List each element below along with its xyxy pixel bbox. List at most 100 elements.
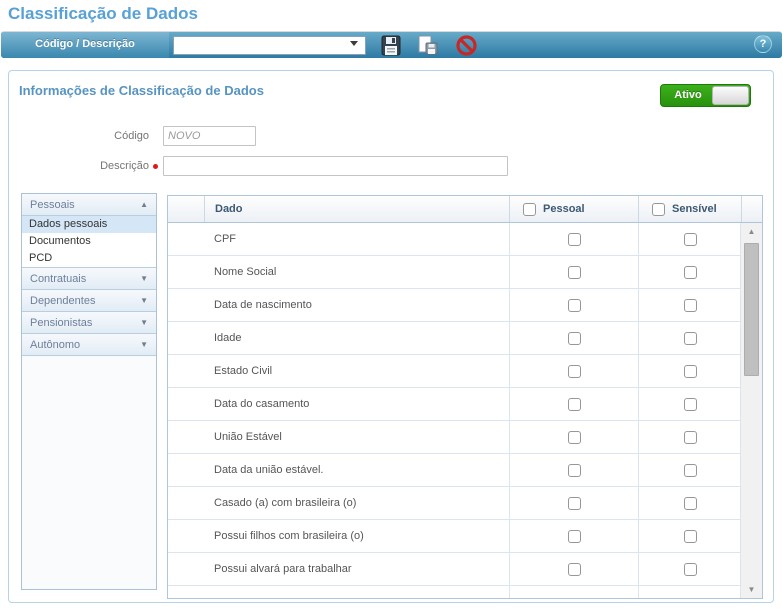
sensivel-cell [638, 553, 741, 585]
table-row-possui-alvar-para-trabalhar: Possui alvará para trabalhar [168, 553, 741, 586]
sensivel-cell [638, 421, 741, 453]
chevron-up-icon: ▲ [140, 194, 148, 216]
sidebar-group-contratuais[interactable]: Contratuais▼ [22, 268, 156, 290]
dado-cell: Data de nascimento [168, 289, 509, 321]
chevron-down-icon: ▼ [140, 312, 148, 334]
table-header-row: Dado Pessoal Sensível [168, 196, 762, 223]
sensivel-checkbox[interactable] [684, 332, 697, 345]
pessoal-cell [509, 256, 638, 288]
sidebar-group-aut-nomo[interactable]: Autônomo▼ [22, 334, 156, 356]
sensivel-header-checkbox[interactable] [652, 203, 665, 216]
save-new-icon [417, 35, 439, 56]
help-icon[interactable]: ? [754, 35, 772, 53]
cancel-button[interactable] [456, 35, 477, 61]
codigo-label: Código [49, 130, 149, 142]
table-header-spacer [168, 196, 204, 222]
pessoal-checkbox[interactable] [568, 365, 581, 378]
sensivel-checkbox[interactable] [684, 530, 697, 543]
sensivel-checkbox[interactable] [684, 464, 697, 477]
save-floppy-icon [381, 35, 401, 56]
pessoal-checkbox[interactable] [568, 497, 581, 510]
main-panel: Informações de Classificação de Dados At… [8, 70, 774, 603]
sensivel-cell [638, 487, 741, 519]
table-row-partial [168, 586, 741, 598]
cancel-icon [456, 35, 477, 56]
sensivel-cell [638, 256, 741, 288]
table-header-pessoal: Pessoal [509, 196, 638, 222]
sensivel-checkbox[interactable] [684, 563, 697, 576]
sidebar-group-dependentes[interactable]: Dependentes ▼ [22, 290, 156, 312]
dado-cell: Possui filhos com brasileira (o) [168, 520, 509, 552]
ativo-toggle-label: Ativo [661, 85, 715, 106]
table-row-data-de-nascimento: Data de nascimento [168, 289, 741, 322]
table-row-idade: Idade [168, 322, 741, 355]
pessoal-cell [509, 454, 638, 486]
sensivel-checkbox[interactable] [684, 299, 697, 312]
sensivel-checkbox[interactable] [684, 266, 697, 279]
chevron-down-icon[interactable] [350, 41, 358, 46]
sensivel-checkbox[interactable] [684, 233, 697, 246]
table-row-casado-a-com-brasileira-o: Casado (a) com brasileira (o) [168, 487, 741, 520]
pessoal-checkbox[interactable] [568, 431, 581, 444]
sidebar-group-label: Pensionistas [30, 317, 92, 329]
descricao-field[interactable] [163, 156, 508, 176]
codigo-descricao-combobox[interactable] [173, 36, 366, 55]
sidebar-item-dados-pessoais[interactable]: Dados pessoais [22, 216, 156, 233]
scroll-down-icon[interactable]: ▼ [741, 581, 762, 598]
pessoal-checkbox[interactable] [568, 233, 581, 246]
pessoal-header-label: Pessoal [543, 196, 585, 222]
pessoal-checkbox[interactable] [568, 464, 581, 477]
pessoal-cell [509, 388, 638, 420]
dado-cell: União Estável [168, 421, 509, 453]
panel-heading: Informações de Classificação de Dados [19, 83, 264, 98]
sidebar-group-pensionistas[interactable]: Pensionistas ▼ [22, 312, 156, 334]
dado-cell: Nome Social [168, 256, 509, 288]
toggle-handle[interactable] [712, 86, 749, 105]
sidebar-group-label: Autônomo [30, 339, 80, 351]
codigo-field[interactable] [163, 126, 256, 146]
dado-cell: CPF [168, 223, 509, 255]
pessoal-checkbox[interactable] [568, 332, 581, 345]
page-title: Classificação de Dados [8, 4, 198, 24]
pessoal-checkbox[interactable] [568, 398, 581, 411]
scrollbar-thumb[interactable] [744, 243, 759, 376]
sensivel-cell [638, 223, 741, 255]
sensivel-checkbox[interactable] [684, 431, 697, 444]
pessoal-header-checkbox[interactable] [523, 203, 536, 216]
chevron-down-icon: ▼ [140, 290, 148, 312]
sensivel-cell [638, 388, 741, 420]
save-new-button[interactable] [417, 35, 439, 61]
table-row-data-do-casamento: Data do casamento [168, 388, 741, 421]
pessoal-checkbox[interactable] [568, 266, 581, 279]
sidebar-group-label: Dependentes [30, 295, 95, 307]
pessoal-checkbox[interactable] [568, 299, 581, 312]
pessoal-cell [509, 520, 638, 552]
sensivel-cell [638, 454, 741, 486]
sidebar-item-documentos[interactable]: Documentos [22, 233, 156, 250]
table-scrollbar[interactable]: ▲ ▼ [740, 223, 762, 598]
pessoal-cell [509, 487, 638, 519]
pessoal-cell [509, 223, 638, 255]
dado-cell: Data do casamento [168, 388, 509, 420]
sidebar-group-label: Contratuais [30, 273, 86, 285]
sensivel-header-label: Sensível [672, 196, 717, 222]
sidebar-item-pcd[interactable]: PCD [22, 250, 156, 267]
dado-cell: Idade [168, 322, 509, 354]
table-row-possui-filhos-com-brasileira-o: Possui filhos com brasileira (o) [168, 520, 741, 553]
data-table: Dado Pessoal Sensível CPFNome SocialData… [167, 195, 763, 599]
sensivel-checkbox[interactable] [684, 398, 697, 411]
ativo-toggle[interactable]: Ativo [660, 84, 751, 107]
table-header-scroll-spacer [741, 196, 762, 222]
pessoal-cell [509, 553, 638, 585]
pessoal-checkbox[interactable] [568, 530, 581, 543]
pessoal-checkbox[interactable] [568, 563, 581, 576]
sensivel-checkbox[interactable] [684, 497, 697, 510]
table-row-data-da-uni-o-est-vel: Data da união estável. [168, 454, 741, 487]
save-button[interactable] [381, 35, 401, 61]
sidebar: Pessoais▲Dados pessoaisDocumentosPCDCont… [21, 193, 157, 590]
sidebar-group-pessoais[interactable]: Pessoais▲ [22, 194, 156, 216]
sensivel-checkbox[interactable] [684, 365, 697, 378]
sensivel-cell [638, 322, 741, 354]
scroll-up-icon[interactable]: ▲ [741, 223, 762, 240]
required-indicator [153, 164, 158, 169]
